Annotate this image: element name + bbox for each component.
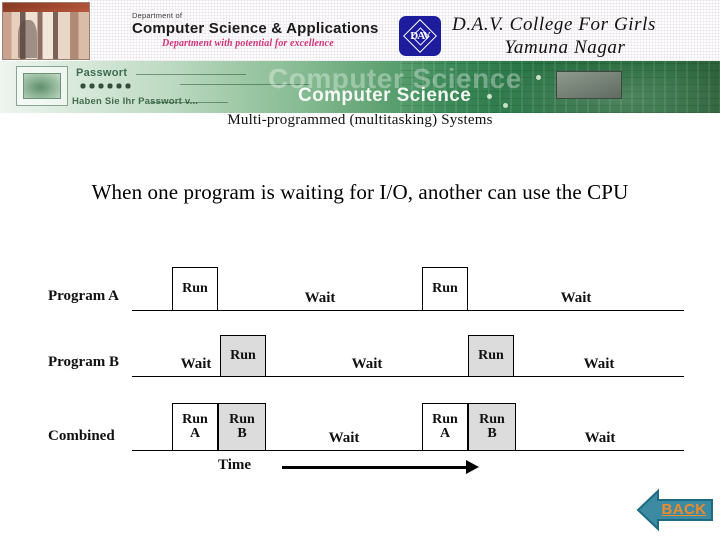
college-name: D.A.V. College For Girls Yamuna Nagar (452, 14, 714, 59)
run-segment-box: Run A (172, 403, 218, 451)
run-segment-box: Run (468, 335, 514, 377)
college-name-line1: D.A.V. College For Girls (452, 14, 657, 35)
computer-science-banner: Passwort Haben Sie Ihr Passwort v... Com… (0, 61, 720, 113)
run-box-label: Run (229, 411, 255, 427)
college-name-line2: Yamuna Nagar (504, 37, 626, 58)
wait-segment-label: Wait (583, 356, 615, 372)
department-name: Computer Science & Applications (132, 20, 379, 38)
back-arrow-icon (636, 488, 713, 532)
department-prefix: Department of (132, 11, 183, 20)
password-dialog-image (16, 66, 68, 106)
track-label: Program B (48, 354, 119, 370)
slide-heading: When one program is waiting for I/O, ano… (91, 180, 629, 204)
run-segment-box: Run (220, 335, 266, 377)
run-box-label: Run (432, 280, 458, 296)
solder-dot (503, 103, 508, 108)
timeline-track: Combined Wait Wait Run A Run B Run A Run B (0, 393, 720, 451)
cpu-chip-image (556, 71, 622, 99)
banner-password-label: Passwort (76, 67, 128, 79)
track-label: Program A (48, 288, 119, 304)
wait-segment-label: Wait (351, 356, 383, 372)
time-axis: Time (0, 455, 720, 481)
run-box-program-letter: A (189, 426, 201, 441)
dialog-thumbnail-image (23, 73, 61, 99)
wait-segment-label: Wait (328, 430, 360, 446)
college-logo-icon: DAV (399, 16, 441, 56)
banner-password-subtext: Haben Sie Ihr Passwort v... (72, 96, 199, 107)
run-segment-box: Run B (468, 403, 516, 451)
time-arrow-head-icon (466, 460, 479, 474)
slide-subtitle: Multi-programmed (multitasking) Systems (227, 112, 493, 128)
department-block: Department of Computer Science & Applica… (132, 11, 379, 50)
timeline-track: Program B Wait Wait Wait Run Run (0, 325, 720, 377)
run-box-program-letter: B (487, 426, 497, 441)
track-baseline (132, 375, 684, 377)
run-segment-box: Run (422, 267, 468, 311)
time-axis-label: Time (218, 457, 252, 473)
run-box-label: Run (478, 347, 504, 363)
wait-segment-label: Wait (560, 290, 592, 306)
track-label: Combined (48, 428, 115, 444)
run-box-label: Run (182, 411, 208, 427)
department-tagline: Department with potential for excellence (162, 38, 334, 50)
run-box-label: Run (182, 280, 208, 296)
run-box-label: Run (479, 411, 505, 427)
time-arrow-line (282, 466, 468, 469)
run-segment-box: Run B (218, 403, 266, 451)
run-box-program-letter: A (439, 426, 451, 441)
timeline-track: Program A Wait Wait Run Run (0, 255, 720, 311)
solder-dot (536, 75, 541, 80)
run-box-label: Run (432, 411, 458, 427)
run-segment-box: Run A (422, 403, 468, 451)
banner-password-dots (80, 83, 134, 89)
wait-segment-label: Wait (180, 356, 212, 372)
run-box-program-letter: B (237, 426, 247, 441)
wait-segment-label: Wait (584, 430, 616, 446)
run-box-label: Run (230, 347, 256, 363)
logo-monogram: DAV (410, 30, 430, 42)
banner-title: Computer Science (298, 85, 472, 106)
banner-dialog-line (136, 74, 246, 75)
college-gateway-photo (2, 2, 90, 60)
back-button[interactable]: BACK (636, 487, 714, 533)
site-header: Department of Computer Science & Applica… (0, 0, 720, 61)
run-segment-box: Run (172, 267, 218, 311)
multitasking-timeline-diagram: Program A Wait Wait Run Run Program B Wait Wait… (0, 255, 720, 460)
wait-segment-label: Wait (304, 290, 336, 306)
